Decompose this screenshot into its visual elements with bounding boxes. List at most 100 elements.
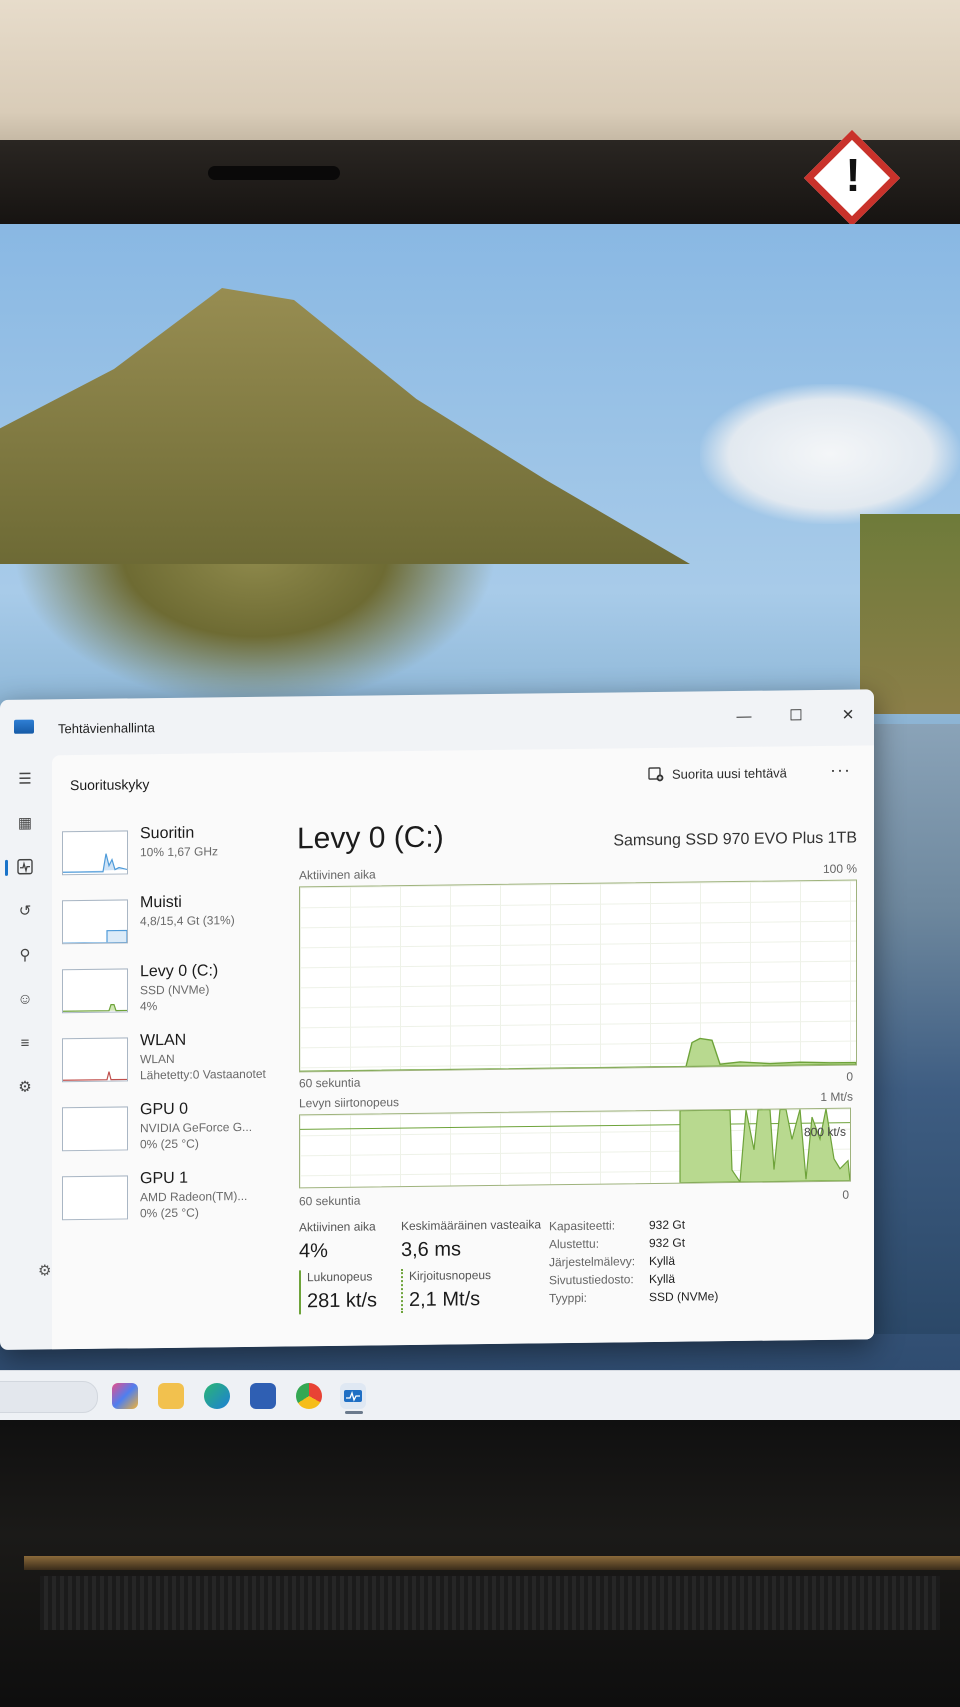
- property-value: Kyllä: [649, 1253, 676, 1269]
- close-button[interactable]: ✕: [828, 699, 868, 729]
- perf-item-cpu[interactable]: Suoritin 10% 1,67 GHz: [62, 822, 292, 891]
- perf-item-line1: 10% 1,67 GHz: [140, 844, 219, 860]
- page-title: Suorituskyky: [70, 776, 150, 794]
- disk-thumbnail: [62, 968, 128, 1014]
- wallpaper-hill: [0, 288, 690, 564]
- read-speed-marker: [299, 1270, 301, 1315]
- history-icon[interactable]: ↺: [14, 900, 36, 922]
- taskbar: [0, 1370, 960, 1421]
- transfer-rate-max: 1 Mt/s: [820, 1089, 853, 1104]
- perf-item-gpu1[interactable]: GPU 1 AMD Radeon(TM)... 0% (25 °C): [62, 1167, 292, 1236]
- perf-item-line1: 4,8/15,4 Gt (31%): [140, 913, 235, 929]
- response-time-value: 3,6 ms: [401, 1238, 462, 1262]
- task-manager-window: Tehtävienhallinta — ☐ ✕ ☰ ▦ ↺ ⚲ ☺ ≡ ⚙ ⚙ …: [0, 689, 874, 1350]
- perf-item-line1: AMD Radeon(TM)...: [140, 1188, 248, 1205]
- edge-icon[interactable]: [204, 1383, 230, 1409]
- detail-title: Levy 0 (C:): [297, 820, 444, 856]
- nav-active-indicator: [5, 859, 8, 876]
- perf-item-line2: Lähetetty:0 Vastaanotet: [140, 1066, 266, 1083]
- window-title: Tehtävienhallinta: [58, 720, 155, 737]
- copilot-icon[interactable]: [112, 1383, 138, 1409]
- users-icon[interactable]: ☺: [14, 988, 36, 1010]
- perf-item-line2: 0% (25 °C): [140, 1136, 199, 1152]
- disk-detail-panel: Levy 0 (C:) Samsung SSD 970 EVO Plus 1TB…: [297, 816, 857, 1315]
- file-explorer-icon[interactable]: [158, 1383, 184, 1409]
- taskbar-active-indicator: [345, 1411, 363, 1414]
- graph2-time-label: 60 sekuntia: [299, 1193, 361, 1209]
- response-time-label: Keskimääräinen vasteaika: [401, 1217, 542, 1234]
- perf-item-title: WLAN: [140, 1031, 187, 1050]
- transfer-rate-label: Levyn siirtonopeus: [299, 1095, 400, 1111]
- property-value: 932 Gt: [649, 1235, 686, 1251]
- property-key: Tyyppi:: [549, 1290, 588, 1306]
- background-wall: [0, 0, 960, 160]
- active-time-stat-value: 4%: [299, 1239, 328, 1263]
- perf-item-line2: 4%: [140, 999, 158, 1014]
- store-icon[interactable]: [250, 1383, 276, 1409]
- services-icon[interactable]: ⚙: [14, 1076, 36, 1098]
- perf-item-line2: 0% (25 °C): [140, 1205, 199, 1221]
- perf-item-title: Suoritin: [140, 824, 195, 843]
- active-time-graph: [299, 879, 857, 1073]
- perf-item-memory[interactable]: Muisti 4,8/15,4 Gt (31%): [62, 891, 292, 960]
- perf-item-title: GPU 1: [140, 1169, 189, 1188]
- more-options-button[interactable]: ···: [830, 760, 851, 781]
- memory-thumbnail: [62, 899, 128, 945]
- perf-item-disk[interactable]: Levy 0 (C:) SSD (NVMe) 4%: [62, 960, 292, 1029]
- property-value: Kyllä: [649, 1271, 676, 1287]
- write-speed-value: 2,1 Mt/s: [409, 1288, 481, 1312]
- perf-item-title: GPU 0: [140, 1100, 189, 1119]
- settings-icon[interactable]: ⚙: [38, 1261, 51, 1279]
- active-time-max: 100 %: [822, 861, 857, 876]
- property-key: Kapasiteetti:: [549, 1218, 616, 1234]
- perf-item-line1: NVIDIA GeForce G...: [140, 1119, 253, 1136]
- cpu-thumbnail: [62, 830, 128, 876]
- run-new-task-label: Suorita uusi tehtävä: [672, 764, 787, 782]
- graph2-zero-label: 0: [842, 1187, 849, 1202]
- run-new-task-button[interactable]: Suorita uusi tehtävä: [648, 764, 787, 782]
- keyboard-area: [40, 1576, 940, 1630]
- transfer-rate-graph: 800 kt/s: [299, 1107, 851, 1189]
- read-speed-value: 281 kt/s: [307, 1289, 378, 1313]
- menu-icon[interactable]: ☰: [14, 768, 36, 790]
- graph1-time-label: 60 sekuntia: [299, 1075, 361, 1091]
- details-icon[interactable]: ≡: [14, 1032, 36, 1054]
- taskbar-search-box[interactable]: [0, 1381, 98, 1413]
- wlan-thumbnail: [62, 1037, 128, 1083]
- wallpaper-cloud: [700, 384, 960, 524]
- perf-item-line1: SSD (NVMe): [140, 982, 210, 998]
- transfer-mid-label: 800 kt/s: [803, 1124, 846, 1140]
- new-task-icon: [648, 767, 664, 782]
- property-key: Alustettu:: [549, 1236, 600, 1252]
- performance-pane: Suorituskyky Suorita uusi tehtävä ··· Su…: [52, 745, 874, 1350]
- disk-model: Samsung SSD 970 EVO Plus 1TB: [613, 829, 857, 850]
- desktop-screen: Tehtävienhallinta — ☐ ✕ ☰ ▦ ↺ ⚲ ☺ ≡ ⚙ ⚙ …: [0, 224, 960, 1374]
- startup-icon[interactable]: ⚲: [14, 944, 36, 966]
- property-value: 932 Gt: [649, 1217, 686, 1233]
- read-speed-label: Lukunopeus: [307, 1269, 373, 1285]
- performance-icon[interactable]: [14, 856, 36, 878]
- gpu1-thumbnail: [62, 1175, 128, 1221]
- perf-item-line1: WLAN: [140, 1051, 175, 1067]
- processes-icon[interactable]: ▦: [14, 812, 36, 834]
- task-manager-taskbar-icon[interactable]: [340, 1383, 366, 1409]
- perf-item-wlan[interactable]: WLAN WLAN Lähetetty:0 Vastaanotet: [62, 1029, 292, 1098]
- task-manager-icon: [14, 719, 34, 734]
- wallpaper-shore: [860, 514, 960, 714]
- property-key: Sivutustiedosto:: [549, 1272, 634, 1288]
- graph1-zero-label: 0: [846, 1069, 853, 1084]
- minimize-button[interactable]: —: [724, 701, 764, 731]
- chrome-icon[interactable]: [296, 1383, 322, 1409]
- perf-item-title: Muisti: [140, 893, 182, 912]
- webcam: [208, 166, 340, 180]
- maximize-button[interactable]: ☐: [776, 700, 816, 730]
- perf-item-title: Levy 0 (C:): [140, 962, 219, 981]
- gpu0-thumbnail: [62, 1106, 128, 1152]
- perf-item-gpu0[interactable]: GPU 0 NVIDIA GeForce G... 0% (25 °C): [62, 1098, 292, 1167]
- active-time-stat-label: Aktiivinen aika: [299, 1219, 376, 1235]
- property-value: SSD (NVMe): [649, 1289, 719, 1305]
- active-time-label: Aktiivinen aika: [299, 867, 376, 883]
- write-speed-marker: [401, 1269, 403, 1314]
- property-key: Järjestelmälevy:: [549, 1254, 636, 1270]
- performance-list: Suoritin 10% 1,67 GHz Muisti 4,8/15,4 Gt…: [62, 822, 292, 1239]
